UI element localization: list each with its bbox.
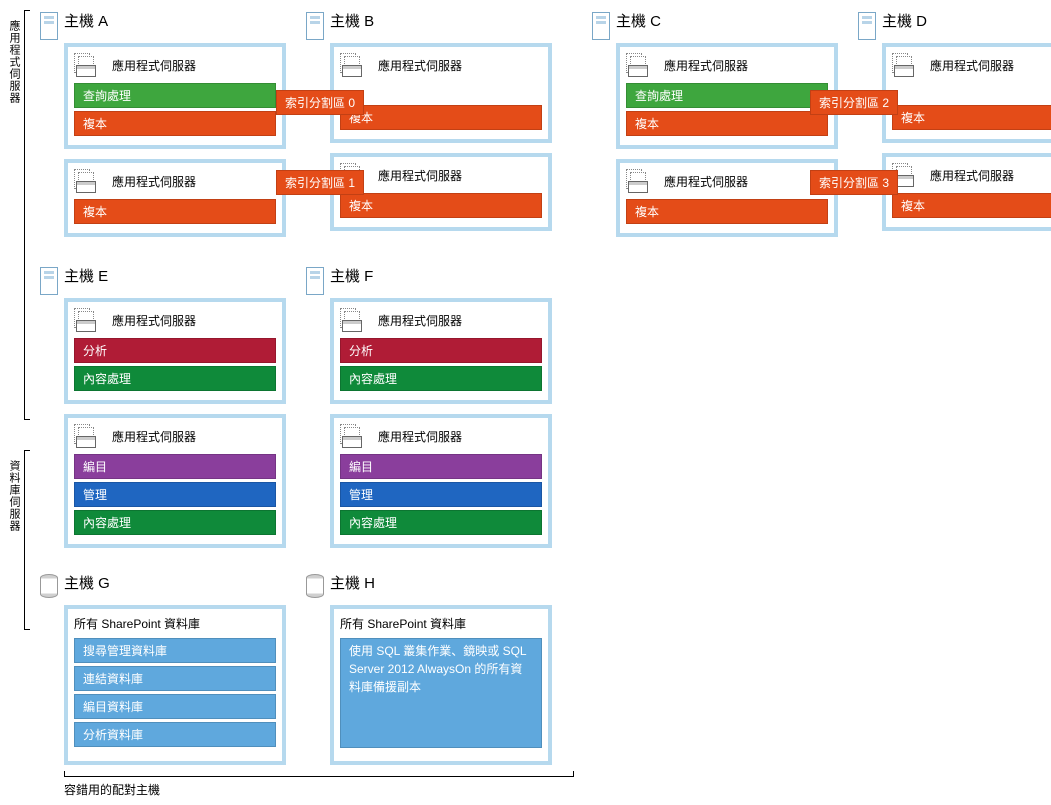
host-h: 主機 H 所有 SharePoint 資料庫 使用 SQL 叢集作業、鏡映或 S… [306, 572, 552, 765]
host-title: 主機 D [858, 10, 1051, 31]
appserver-icon [626, 169, 656, 193]
server-icon [858, 12, 876, 40]
db-header: 所有 SharePoint 資料庫 [74, 615, 200, 632]
host-d: 主機 D 應用程式伺服器 複本 應用程式伺服器 複本 [858, 10, 1051, 237]
host-b: 主機 B 應用程式伺服器 複本 應用程式伺服器 複本 [306, 10, 552, 237]
appserver-icon [340, 424, 370, 448]
comp-content: 內容處理 [74, 366, 276, 391]
host-g: 主機 G 所有 SharePoint 資料庫 搜尋管理資料庫 連結資料庫 編目資… [40, 572, 286, 765]
host-f-box-2: 應用程式伺服器 編目 管理 內容處理 [330, 414, 552, 548]
appserver-label: 應用程式伺服器 [378, 167, 462, 184]
host-title: 主機 A [40, 10, 286, 31]
appserver-icon [340, 308, 370, 332]
comp-replica: 複本 [74, 111, 276, 136]
server-icon [306, 267, 324, 295]
server-icon [592, 12, 610, 40]
host-f-box-1: 應用程式伺服器 分析 內容處理 [330, 298, 552, 404]
appserver-icon [340, 53, 370, 77]
comp-analysis: 分析 [74, 338, 276, 363]
row-hosts-gh: 主機 G 所有 SharePoint 資料庫 搜尋管理資料庫 連結資料庫 編目資… [40, 572, 1041, 765]
appserver-icon [74, 308, 104, 332]
appserver-icon [74, 53, 104, 77]
host-d-box-1: 應用程式伺服器 複本 [882, 43, 1051, 143]
host-title: 主機 B [306, 10, 552, 31]
index-partition-3: 索引分割區 3 [810, 170, 898, 195]
host-h-box: 所有 SharePoint 資料庫 使用 SQL 叢集作業、鏡映或 SQL Se… [330, 605, 552, 765]
comp-replica: 複本 [340, 105, 542, 130]
comp-catalog: 編目 [74, 454, 276, 479]
index-partition-2: 索引分割區 2 [810, 90, 898, 115]
db-servers-section-label: 資料庫伺服器 [6, 460, 22, 532]
db-link: 連結資料庫 [74, 666, 276, 691]
appserver-label: 應用程式伺服器 [112, 57, 196, 74]
host-e: 主機 E 應用程式伺服器 分析 內容處理 應用程式伺服器 編目 管理 內容處理 [40, 265, 286, 548]
appserver-label: 應用程式伺服器 [378, 312, 462, 329]
appserver-icon [74, 169, 104, 193]
row-hosts-abcd: 主機 A 應用程式伺服器 查詢處理 複本 應用程式伺服器 複本 主機 B [40, 10, 1041, 237]
host-g-box: 所有 SharePoint 資料庫 搜尋管理資料庫 連結資料庫 編目資料庫 分析… [64, 605, 286, 765]
host-e-box-1: 應用程式伺服器 分析 內容處理 [64, 298, 286, 404]
comp-analysis: 分析 [340, 338, 542, 363]
host-title: 主機 H [306, 572, 552, 593]
host-a: 主機 A 應用程式伺服器 查詢處理 複本 應用程式伺服器 複本 [40, 10, 286, 237]
host-d-box-2: 應用程式伺服器 複本 [882, 153, 1051, 231]
server-icon [40, 12, 58, 40]
comp-replica: 複本 [892, 193, 1051, 218]
appserver-label: 應用程式伺服器 [378, 428, 462, 445]
host-title: 主機 C [592, 10, 838, 31]
host-title: 主機 E [40, 265, 286, 286]
appserver-label: 應用程式伺服器 [930, 57, 1014, 74]
comp-query: 查詢處理 [626, 83, 828, 108]
index-partition-0: 索引分割區 0 [276, 90, 364, 115]
appserver-label: 應用程式伺服器 [112, 312, 196, 329]
db-mirror-note: 使用 SQL 叢集作業、鏡映或 SQL Server 2012 AlwaysOn… [340, 638, 542, 748]
host-a-box-2: 應用程式伺服器 複本 [64, 159, 286, 237]
comp-content: 內容處理 [340, 510, 542, 535]
app-servers-bracket [24, 10, 30, 420]
host-c-box-2: 應用程式伺服器 複本 [616, 159, 838, 237]
appserver-label: 應用程式伺服器 [930, 167, 1014, 184]
db-analysis: 分析資料庫 [74, 722, 276, 747]
db-search-admin: 搜尋管理資料庫 [74, 638, 276, 663]
db-catalog: 編目資料庫 [74, 694, 276, 719]
host-e-box-2: 應用程式伺服器 編目 管理 內容處理 [64, 414, 286, 548]
host-title: 主機 G [40, 572, 286, 593]
db-servers-bracket [24, 450, 30, 630]
appserver-icon [626, 53, 656, 77]
comp-replica: 複本 [892, 105, 1051, 130]
comp-content: 內容處理 [340, 366, 542, 391]
footnote: 容錯用的配對主機 [64, 781, 160, 798]
appserver-label: 應用程式伺服器 [378, 57, 462, 74]
index-partition-1: 索引分割區 1 [276, 170, 364, 195]
appserver-label: 應用程式伺服器 [112, 173, 196, 190]
row-hosts-ef: 主機 E 應用程式伺服器 分析 內容處理 應用程式伺服器 編目 管理 內容處理 [40, 265, 1041, 548]
host-c-box-1: 應用程式伺服器 查詢處理 複本 [616, 43, 838, 149]
appserver-icon [892, 53, 922, 77]
appserver-label: 應用程式伺服器 [664, 57, 748, 74]
appserver-label: 應用程式伺服器 [112, 428, 196, 445]
comp-admin: 管理 [74, 482, 276, 507]
comp-replica: 複本 [340, 193, 542, 218]
comp-query: 查詢處理 [74, 83, 276, 108]
db-header: 所有 SharePoint 資料庫 [340, 615, 466, 632]
comp-replica: 複本 [626, 111, 828, 136]
failover-pair-bracket [64, 771, 574, 777]
host-a-box-1: 應用程式伺服器 查詢處理 複本 [64, 43, 286, 149]
comp-admin: 管理 [340, 482, 542, 507]
host-c: 主機 C 應用程式伺服器 查詢處理 複本 應用程式伺服器 複本 [592, 10, 838, 237]
comp-replica: 複本 [626, 199, 828, 224]
comp-replica: 複本 [74, 199, 276, 224]
server-icon [306, 12, 324, 40]
host-f: 主機 F 應用程式伺服器 分析 內容處理 應用程式伺服器 編目 管理 內容處理 [306, 265, 552, 548]
appserver-icon [74, 424, 104, 448]
host-title: 主機 F [306, 265, 552, 286]
app-servers-section-label: 應用程式伺服器 [6, 20, 22, 104]
server-icon [40, 267, 58, 295]
appserver-label: 應用程式伺服器 [664, 173, 748, 190]
comp-catalog: 編目 [340, 454, 542, 479]
comp-content: 內容處理 [74, 510, 276, 535]
